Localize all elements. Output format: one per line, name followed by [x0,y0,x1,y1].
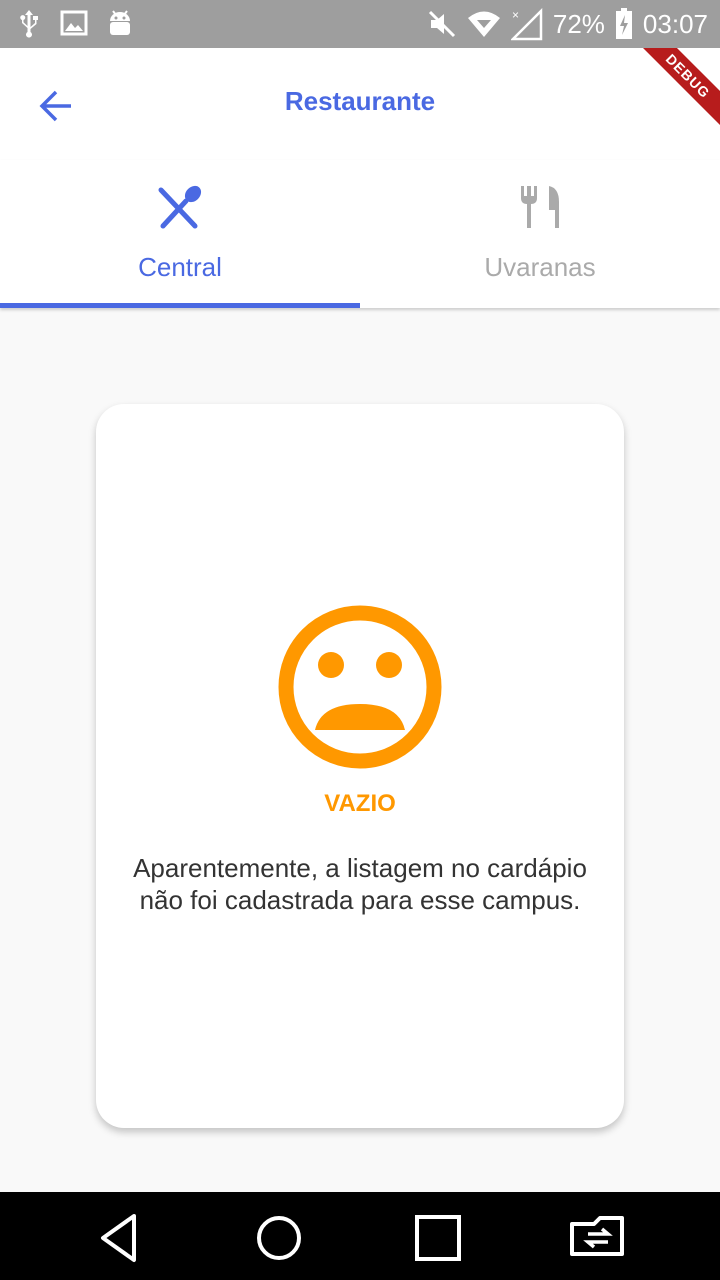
spoon-knife-icon [158,185,202,229]
back-icon [101,1214,136,1262]
fork-knife-icon [521,186,559,228]
navigation-bar [0,1192,720,1280]
empty-state-message: Aparentemente, a listagem no cardápio nã… [133,853,587,915]
usb-icon [20,10,38,38]
status-bar: × 72% 03:07 [0,0,720,48]
clock: 03:07 [642,8,708,39]
debug-banner: DEBUG [640,48,720,128]
tab-central-label: Central [138,252,222,282]
page-title: Restaurante [284,86,436,116]
battery-charging-icon [615,8,632,39]
battery-percent: 72% [552,8,605,39]
nav-rotate-button[interactable] [568,1210,624,1266]
signal-icon: × [510,7,543,41]
tab-uvaranas-label: Uvaranas [484,252,596,282]
app-bar: Restaurante [0,48,720,160]
tab-indicator [0,303,360,308]
tab-bar: Central Uvaranas [0,160,720,308]
home-icon [257,1216,301,1260]
notification-icons [16,8,134,38]
nav-back-button[interactable] [94,1210,150,1266]
debug-banner-label: DEBUG [640,48,720,127]
sad-face-icon [278,605,442,769]
rotate-icon [570,1216,624,1256]
svg-text:×: × [512,8,519,22]
android-icon [110,10,130,35]
nav-home-button[interactable] [251,1210,307,1266]
recents-icon [415,1215,461,1261]
system-indicators: × 72% 03:07 [427,0,708,48]
wifi-icon [467,11,500,37]
mute-icon [428,10,455,38]
empty-state-card: VAZIO Aparentemente, a listagem no cardá… [96,404,624,1128]
tab-uvaranas[interactable]: Uvaranas [360,160,720,308]
image-icon [60,10,88,36]
nav-recents-button[interactable] [410,1210,466,1266]
empty-state-title: VAZIO [324,790,396,817]
tab-central[interactable]: Central [0,160,360,308]
